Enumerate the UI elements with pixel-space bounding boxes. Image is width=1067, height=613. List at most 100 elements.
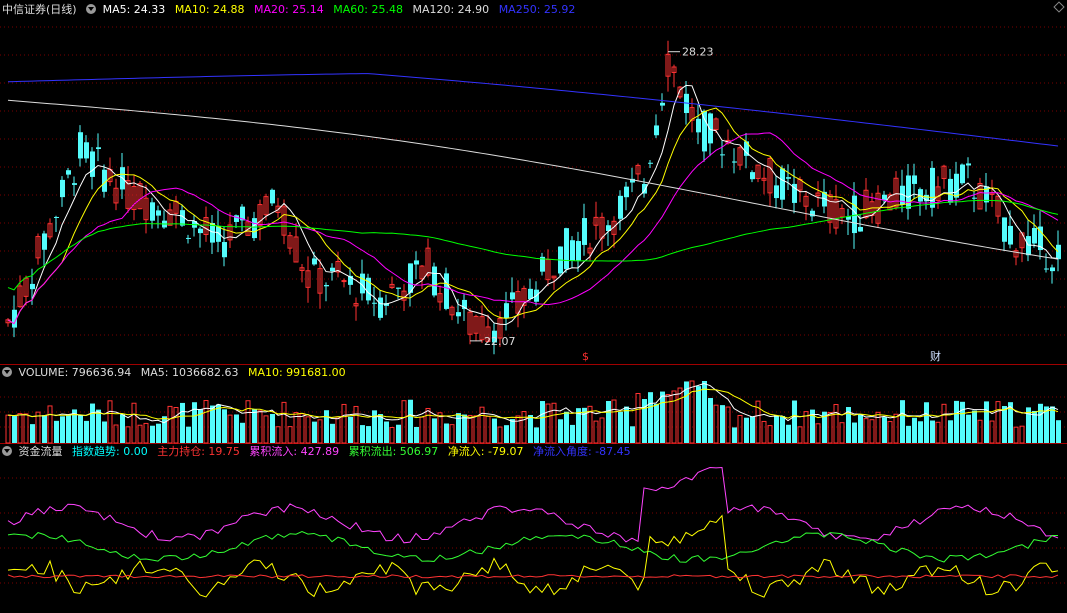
volume-bar-down — [774, 415, 779, 443]
volume-bar-up — [977, 419, 983, 444]
volume-bar-up — [515, 415, 521, 444]
volume-bar-up — [131, 402, 137, 444]
candle-body-down — [330, 267, 335, 272]
candle-body-down — [372, 302, 377, 304]
funds-collapse-icon[interactable] — [2, 446, 12, 456]
ma60-line — [7, 199, 1059, 291]
low-price-label: 22.07 — [484, 335, 516, 348]
volume-bar-up — [5, 414, 11, 444]
volume-bar-down — [30, 424, 35, 443]
ma250-line — [7, 73, 1059, 147]
event-marker-finance: 财 — [930, 349, 941, 363]
candle-body-down — [96, 147, 101, 150]
volume-bar-down — [918, 421, 923, 443]
volume-bar-up — [797, 426, 803, 444]
volume-bar-down — [906, 425, 911, 443]
volume-bar-up — [203, 400, 209, 444]
candle-body-down — [270, 189, 275, 204]
volume-bar-down — [210, 405, 215, 443]
candle-body-down — [72, 183, 77, 185]
candle-body-down — [582, 218, 587, 245]
index-trend: 指数趋势: 0.00 — [72, 445, 148, 458]
volume-bar-down — [54, 420, 59, 443]
candle-body-down — [954, 173, 959, 198]
volume-bar-down — [960, 401, 965, 443]
stock-title[interactable]: 中信证券(日线) — [2, 3, 77, 16]
volume-collapse-icon[interactable] — [2, 367, 12, 377]
volume-bar-up — [467, 414, 473, 444]
volume-bar-up — [143, 422, 149, 444]
volume-bar-up — [287, 426, 293, 444]
candle-body-down — [156, 210, 161, 216]
candle-body-down — [858, 226, 863, 232]
candle-body-down — [654, 125, 659, 136]
volume-bar-up — [47, 405, 53, 444]
volume-bar-up — [1019, 425, 1025, 444]
volume-bar-down — [654, 403, 659, 443]
candle-body-down — [660, 102, 665, 106]
candle-body-down — [960, 164, 965, 184]
volume-bar-up — [485, 415, 491, 444]
volume-bar-down — [270, 413, 275, 443]
volume-bar-up — [227, 414, 233, 444]
volume-bar-down — [570, 424, 575, 443]
volume-bar-up — [113, 424, 119, 444]
volume-bar-down — [930, 420, 935, 443]
volume-bar-up — [593, 420, 599, 444]
volume-bar-down — [510, 419, 515, 443]
volume-bar-up — [17, 413, 23, 444]
volume-bar-up — [305, 416, 311, 444]
candle-body-down — [456, 312, 461, 317]
volume-bar-down — [900, 400, 905, 443]
volume-bar-down — [222, 409, 227, 443]
volume-bar-down — [60, 416, 65, 443]
candle-body-down — [696, 118, 701, 133]
ma5-value: MA5: 24.33 — [102, 3, 166, 16]
volume-bar-down — [42, 415, 47, 443]
volume-bar-down — [618, 411, 623, 443]
volume-bar-down — [96, 409, 101, 443]
volume-bar-down — [192, 402, 197, 443]
volume-bar-up — [173, 406, 179, 444]
candle-body-down — [702, 110, 707, 152]
candle-body-down — [90, 151, 95, 177]
candle-body-down — [78, 132, 83, 159]
volume-bar-up — [893, 413, 899, 444]
volume-bar-down — [312, 421, 317, 443]
volume-bar-up — [341, 403, 347, 444]
volume-bar-up — [767, 425, 773, 444]
volume-bar-down — [1050, 406, 1055, 443]
volume-bar-down — [162, 416, 167, 443]
candle-body-down — [378, 297, 383, 318]
volume-bar-down — [732, 427, 737, 443]
volume-bar-down — [540, 401, 545, 443]
volume-bar-up — [995, 401, 1001, 444]
volume-bar-down — [660, 391, 665, 443]
volume-bar-up — [599, 417, 605, 444]
candle-body-down — [1056, 244, 1061, 260]
volume-bar-up — [827, 412, 833, 444]
volume-bar-up — [23, 413, 29, 444]
stock-chart[interactable]: 28.23 22.07 $ 财 — [0, 0, 1067, 613]
volume-bar-down — [102, 421, 107, 443]
volume-bar-down — [630, 426, 635, 443]
volume-bar-up — [863, 418, 869, 444]
volume-bar-up — [887, 421, 893, 444]
funds-title[interactable]: 资金流量 — [19, 445, 63, 458]
volume-bar-up — [335, 417, 341, 444]
volume-bar-down — [948, 420, 953, 443]
candle-body-down — [54, 216, 59, 218]
volume-bar-up — [263, 415, 269, 444]
volume-bar-down — [252, 409, 257, 443]
volume-bar-up — [389, 426, 395, 444]
volume-header: VOLUME: 796636.94 MA5: 1036682.63 MA10: … — [2, 365, 352, 381]
volume-bar-down — [366, 426, 371, 443]
volume-bar-down — [180, 402, 185, 443]
collapse-icon[interactable] — [86, 4, 97, 14]
candle-body-down — [414, 260, 419, 265]
candle-body-down — [444, 273, 449, 309]
cumulative-inflow: 累积流入: 427.89 — [249, 445, 340, 458]
candle-body-down — [222, 242, 227, 258]
volume-bar-up — [839, 422, 845, 444]
volume-bar-down — [1038, 403, 1043, 443]
